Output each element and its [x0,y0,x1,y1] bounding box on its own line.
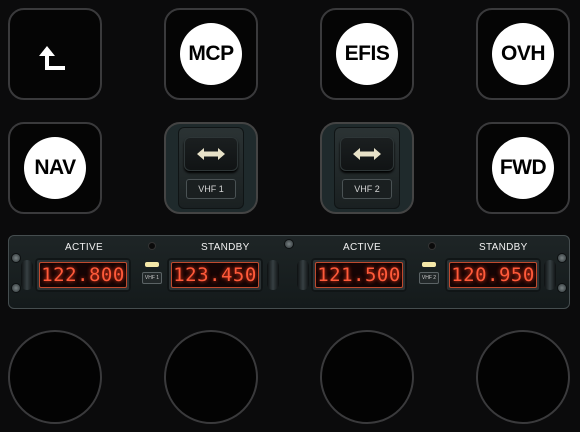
nav-button[interactable]: NAV [8,122,102,214]
vhf2-active-frequency: 121.500 [315,262,403,288]
vhf1-standby-frequency: 123.450 [171,262,259,288]
vhf2-toggle [340,137,394,171]
vhf1-standby-display: 123.450 [167,258,263,292]
vhf1-active-knob[interactable] [21,260,33,290]
vhf2-active-knob[interactable] [297,260,309,290]
efis-label: EFIS [336,23,398,85]
vhf1-label: VHF 1 [186,179,236,199]
vhf2-standby-display: 120.950 [445,258,541,292]
vhf1-indicator [149,243,155,249]
efis-button[interactable]: EFIS [320,8,414,100]
vhf1-select-button[interactable]: VHF 1 [164,122,258,214]
vhf1-transfer-light [145,262,159,267]
vhf1-standby-label: STANDBY [201,242,250,253]
ovh-button[interactable]: OVH [476,8,570,100]
vhf2-select-button[interactable]: VHF 2 [320,122,414,214]
vhf2-label: VHF 2 [342,179,392,199]
vhf2-transfer-label: VHF 2 [419,272,439,284]
vhf1-active-frequency: 122.800 [39,262,127,288]
ovh-label: OVH [492,23,554,85]
stream-deck-panel: MCP EFIS OVH NAV VHF 1 VHF 2 FWD ACTIVE … [0,0,580,432]
vhf1-transfer-button[interactable]: VHF 1 [142,262,162,288]
vhf2-standby-frequency: 120.950 [449,262,537,288]
double-arrow-horizontal-icon [197,148,225,160]
round-button-4[interactable] [476,330,570,424]
screw [12,254,20,262]
vhf2-transfer-button[interactable]: VHF 2 [419,262,439,288]
fwd-label: FWD [492,137,554,199]
vhf2-indicator [429,243,435,249]
nav-label: NAV [24,137,86,199]
vhf2-active-display: 121.500 [311,258,407,292]
double-arrow-horizontal-icon [353,148,381,160]
vhf2-switch: VHF 2 [334,127,400,209]
round-button-2[interactable] [164,330,258,424]
mcp-button[interactable]: MCP [164,8,258,100]
fwd-button[interactable]: FWD [476,122,570,214]
mcp-label: MCP [180,23,242,85]
screw [558,254,566,262]
vhf2-standby-knob[interactable] [544,260,556,290]
vhf1-transfer-label: VHF 1 [142,272,162,284]
screw [558,284,566,292]
vhf2-transfer-light [422,262,436,267]
screw [12,284,20,292]
vhf2-standby-label: STANDBY [479,242,528,253]
vhf1-toggle [184,137,238,171]
corner-up-left-arrow-icon [39,46,65,70]
vhf1-standby-knob[interactable] [267,260,279,290]
round-button-1[interactable] [8,330,102,424]
round-button-3[interactable] [320,330,414,424]
vhf1-active-display: 122.800 [35,258,131,292]
vhf1-switch: VHF 1 [178,127,244,209]
vhf2-active-label: ACTIVE [343,242,381,253]
screw [285,240,293,248]
vhf1-active-label: ACTIVE [65,242,103,253]
back-button[interactable] [8,8,102,100]
vhf-radio-panel: ACTIVE STANDBY 122.800 VHF 1 123.450 ACT… [8,235,570,309]
